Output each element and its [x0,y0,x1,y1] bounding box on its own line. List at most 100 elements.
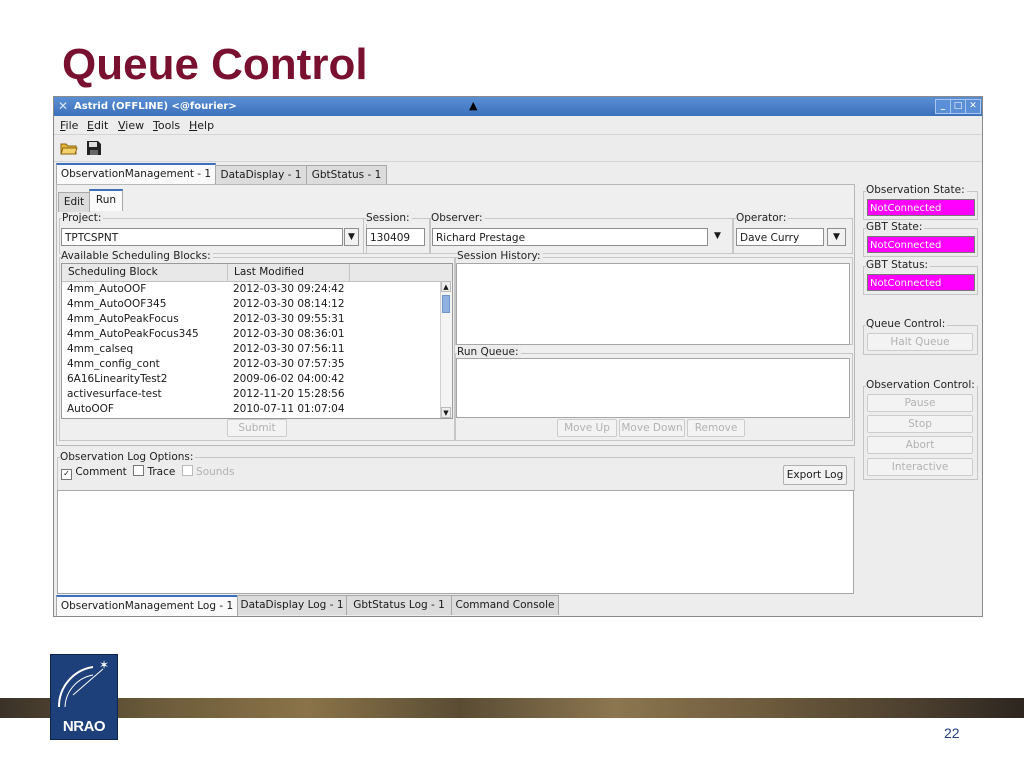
cell-modified: 2012-03-30 08:14:12 [233,298,345,310]
observer-label: Observer: [431,212,485,224]
log-options-row: ✓ Comment Trace Sounds [61,465,235,480]
gbt-state-badge: NotConnected [867,236,975,253]
tab-gbt-status[interactable]: GbtStatus - 1 [306,165,387,185]
open-folder-icon[interactable] [60,140,78,156]
menu-view[interactable]: View [118,119,144,132]
cell-modified: 2012-03-30 08:36:01 [233,328,345,340]
window-title: Astrid (OFFLINE) <@fourier> [74,101,237,112]
trace-label: Trace [147,466,176,478]
queue-control-label: Queue Control: [866,318,948,330]
tab-command-console[interactable]: Command Console [451,595,559,615]
remove-button[interactable]: Remove [687,419,745,437]
gbt-status-label: GBT Status: [866,259,931,271]
app-icon: ✕ [58,99,69,113]
cell-modified: 2010-07-11 01:07:04 [233,403,345,415]
pause-button[interactable]: Pause [867,394,973,412]
sounds-checkbox[interactable] [181,465,193,476]
halt-queue-button[interactable]: Halt Queue [867,333,973,351]
maximize-icon[interactable]: □ [950,99,966,114]
session-field[interactable]: 130409 [366,228,425,246]
menu-file[interactable]: File [60,119,78,132]
table-row[interactable]: 6A16LinearityTest2 2009-06-02 04:00:42 [62,372,452,387]
menu-tools[interactable]: Tools [153,119,180,132]
tab-observation-management[interactable]: ObservationManagement - 1 [56,163,216,185]
table-row[interactable]: 4mm_calseq 2012-03-30 07:56:11 [62,342,452,357]
comment-label: Comment [75,466,127,478]
project-field[interactable]: TPTCSPNT [61,228,343,246]
chevron-down-icon[interactable]: ▼ [710,228,725,246]
cell-modified: 2009-06-02 04:00:42 [233,373,345,385]
cell-block: 4mm_calseq [67,343,134,355]
cell-block: 4mm_AutoOOF [67,283,147,295]
cell-block: 6A16LinearityTest2 [67,373,168,385]
logo-text: NRAO [62,718,106,735]
scheduling-label: Available Scheduling Blocks: [61,250,213,262]
export-log-button[interactable]: Export Log [783,465,847,485]
scheduling-scrollbar[interactable]: ▲ ▼ [440,281,452,418]
minimize-icon[interactable]: _ [935,99,951,114]
scroll-down-icon[interactable]: ▼ [441,407,451,418]
session-label: Session: [366,212,412,224]
decorative-band [0,698,1024,718]
operator-field[interactable]: Dave Curry [736,228,824,246]
move-up-button[interactable]: Move Up [557,419,617,437]
cell-modified: 2012-03-30 07:56:11 [233,343,345,355]
run-queue-area[interactable] [456,358,850,418]
subtab-run[interactable]: Run [89,189,123,211]
gbt-state-label: GBT State: [866,221,925,233]
menubar: File Edit View Tools Help [54,116,982,134]
cell-modified: 2012-03-30 09:55:31 [233,313,345,325]
stop-button[interactable]: Stop [867,415,973,433]
save-icon[interactable] [85,140,103,156]
subtab-edit[interactable]: Edit [58,192,90,212]
operator-label: Operator: [736,212,789,224]
table-row[interactable]: activesurface-test 2012-11-20 15:28:56 [62,387,452,402]
table-row[interactable]: 4mm_AutoPeakFocus345 2012-03-30 08:36:01 [62,327,452,342]
sounds-label: Sounds [196,466,235,478]
table-row[interactable]: 4mm_AutoOOF 2012-03-30 09:24:42 [62,282,452,297]
run-queue-label: Run Queue: [457,346,521,358]
column-last-modified[interactable]: Last Modified [234,266,304,278]
cell-block: 4mm_AutoOOF345 [67,298,167,310]
abort-button[interactable]: Abort [867,436,973,454]
close-icon[interactable]: ✕ [965,99,981,114]
menu-help[interactable]: Help [189,119,214,132]
log-output-area[interactable] [57,490,854,594]
interactive-button[interactable]: Interactive [867,458,973,476]
tab-data-display-log[interactable]: DataDisplay Log - 1 [237,595,347,615]
observation-state-badge: NotConnected [867,199,975,216]
toolbar [54,134,982,162]
chevron-down-icon[interactable]: ▼ [344,228,359,246]
table-row[interactable]: AutoOOF 2010-07-11 01:07:04 [62,402,452,417]
scroll-up-icon[interactable]: ▲ [441,281,451,292]
menu-edit[interactable]: Edit [87,119,108,132]
log-options-label: Observation Log Options: [60,451,196,463]
nrao-logo: ✶ NRAO [50,654,118,740]
session-history-label: Session History: [457,250,543,262]
table-row[interactable]: 4mm_config_cont 2012-03-30 07:57:35 [62,357,452,372]
scheduling-table: Scheduling Block Last Modified 4mm_AutoO… [61,263,453,419]
table-row[interactable]: 4mm_AutoPeakFocus 2012-03-30 09:55:31 [62,312,452,327]
chevron-down-icon[interactable]: ▼ [827,228,846,246]
column-scheduling-block[interactable]: Scheduling Block [68,266,158,278]
session-history-area[interactable] [456,263,850,345]
comment-checkbox[interactable]: ✓ [61,469,72,480]
scroll-thumb[interactable] [442,295,450,313]
table-header: Scheduling Block Last Modified [62,264,452,282]
submit-button[interactable]: Submit [227,419,287,437]
astrid-window: ✕ Astrid (OFFLINE) <@fourier> ▲ _ □ ✕ Fi… [53,96,983,617]
move-down-button[interactable]: Move Down [619,419,685,437]
table-row[interactable]: 4mm_AutoOOF345 2012-03-30 08:14:12 [62,297,452,312]
cell-block: 4mm_AutoPeakFocus345 [67,328,199,340]
cell-block: 4mm_config_cont [67,358,160,370]
cell-modified: 2012-03-30 09:24:42 [233,283,345,295]
mouse-cursor-icon: ▲ [469,99,478,112]
tab-data-display[interactable]: DataDisplay - 1 [215,165,307,185]
window-titlebar[interactable]: ✕ Astrid (OFFLINE) <@fourier> ▲ _ □ ✕ [54,97,982,116]
radio-telescope-icon: ✶ [57,658,109,708]
tab-gbt-status-log[interactable]: GbtStatus Log - 1 [346,595,452,615]
tab-observation-management-log[interactable]: ObservationManagement Log - 1 [56,595,238,616]
observation-control-label: Observation Control: [866,379,977,391]
observer-field[interactable]: Richard Prestage [432,228,708,246]
trace-checkbox[interactable] [133,465,145,476]
